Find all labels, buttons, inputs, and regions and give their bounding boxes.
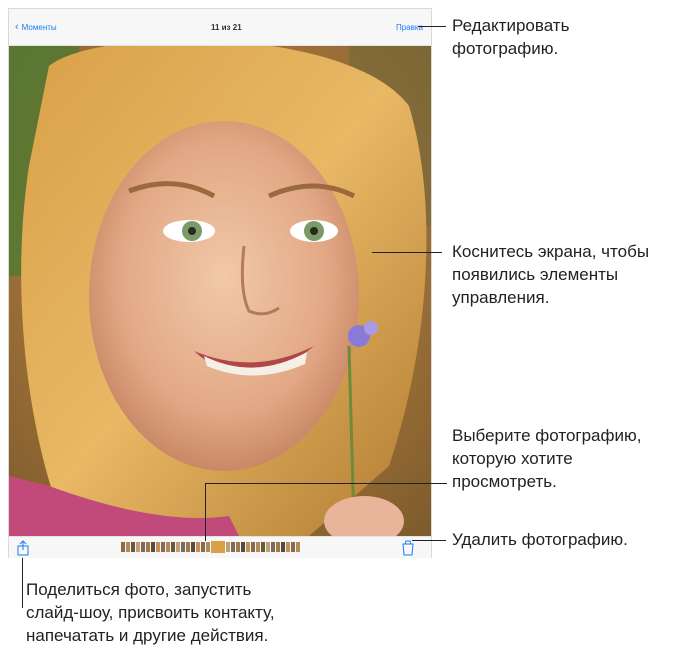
photo-view[interactable] <box>9 46 431 536</box>
callout-choose: Выберите фотографию, которую хотите прос… <box>452 424 641 493</box>
callout-choose-line: которую хотите <box>452 449 573 468</box>
thumbnail[interactable] <box>286 542 290 552</box>
chevron-left-icon: ‹ <box>15 20 19 33</box>
thumbnail[interactable] <box>261 542 265 552</box>
back-button[interactable]: ‹ Моменты <box>9 20 57 33</box>
edit-button[interactable]: Правка <box>396 23 431 32</box>
thumbnail[interactable] <box>241 542 245 552</box>
callout-delete-line: Удалить фотографию. <box>452 530 628 549</box>
trash-icon[interactable] <box>401 540 415 556</box>
thumbnail[interactable] <box>276 542 280 552</box>
thumbnail[interactable] <box>156 542 160 552</box>
thumbnail[interactable] <box>251 542 255 552</box>
bottom-toolbar <box>9 536 431 558</box>
callout-edit-line: Редактировать <box>452 16 570 35</box>
callout-tap: Коснитесь экрана, чтобы появились элемен… <box>452 240 649 309</box>
callout-tap-line: управления. <box>452 288 550 307</box>
back-label: Моменты <box>21 22 57 32</box>
nav-title: 11 из 21 <box>210 22 242 32</box>
thumbnail[interactable] <box>131 542 135 552</box>
thumbnail[interactable] <box>296 542 300 552</box>
thumbnail[interactable] <box>181 542 185 552</box>
thumbnail[interactable] <box>256 542 260 552</box>
thumbnail[interactable] <box>291 542 295 552</box>
callout-choose-line: Выберите фотографию, <box>452 426 642 445</box>
thumbnail[interactable] <box>236 542 240 552</box>
callout-share: Поделиться фото, запустить слайд-шоу, пр… <box>26 578 275 647</box>
callout-share-line: напечатать и другие действия. <box>26 626 269 645</box>
thumbnail[interactable] <box>121 542 125 552</box>
leader-delete <box>412 540 446 541</box>
thumbnail[interactable] <box>186 542 190 552</box>
callout-delete: Удалить фотографию. <box>452 528 628 551</box>
callout-share-line: слайд-шоу, присвоить контакту, <box>26 603 275 622</box>
thumbnail[interactable] <box>171 542 175 552</box>
thumbnail[interactable] <box>226 542 230 552</box>
thumbnail[interactable] <box>201 542 205 552</box>
thumbnail[interactable] <box>141 542 145 552</box>
thumbnail[interactable] <box>271 542 275 552</box>
callout-edit: Редактировать фотографию. <box>452 14 569 60</box>
thumbnail[interactable] <box>126 542 130 552</box>
callout-tap-line: появились элементы <box>452 265 619 284</box>
thumbnail[interactable] <box>161 542 165 552</box>
thumbnail[interactable] <box>281 542 285 552</box>
portrait-photo <box>9 46 431 536</box>
leader-choose-h <box>205 483 447 484</box>
thumbnail[interactable] <box>206 542 210 552</box>
thumbnail[interactable] <box>166 542 170 552</box>
thumbnail-selected[interactable] <box>211 541 225 553</box>
callout-share-line: Поделиться фото, запустить <box>26 580 252 599</box>
thumbnail[interactable] <box>136 542 140 552</box>
nav-bar: ‹ Моменты 11 из 21 Правка <box>9 9 431 46</box>
thumbnail[interactable] <box>176 542 180 552</box>
ipad-screen: ‹ Моменты 11 из 21 Правка <box>8 8 432 558</box>
thumbnail[interactable] <box>191 542 195 552</box>
thumbnail[interactable] <box>246 542 250 552</box>
thumbnail[interactable] <box>146 542 150 552</box>
callout-choose-line: просмотреть. <box>452 472 557 491</box>
leader-edit <box>418 26 446 27</box>
leader-share <box>22 558 23 608</box>
callout-edit-line: фотографию. <box>452 39 559 58</box>
thumbnail[interactable] <box>151 542 155 552</box>
leader-choose-v <box>205 483 206 541</box>
callout-tap-line: Коснитесь экрана, чтобы <box>452 242 650 261</box>
thumbnail[interactable] <box>196 542 200 552</box>
share-icon[interactable] <box>15 540 31 556</box>
thumbnail[interactable] <box>231 542 235 552</box>
leader-tap <box>372 252 442 253</box>
thumbnail-strip[interactable] <box>121 541 309 553</box>
thumbnail[interactable] <box>266 542 270 552</box>
